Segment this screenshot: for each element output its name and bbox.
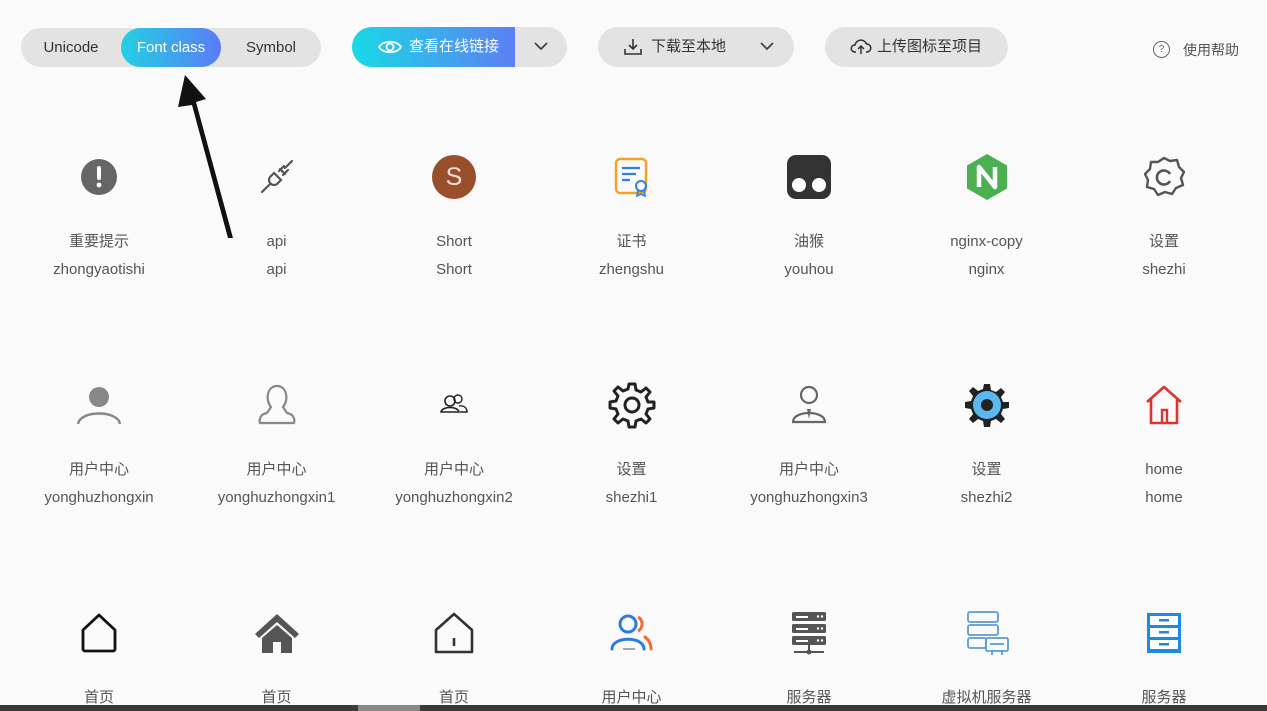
preview-dropdown-toggle[interactable] xyxy=(515,27,567,67)
tab-font-class[interactable]: Font class xyxy=(121,28,221,67)
home-red-icon xyxy=(1139,380,1189,430)
virtual-server-icon xyxy=(962,608,1012,658)
icon-name: 用户中心 xyxy=(778,461,839,478)
help-label: 使用帮助 xyxy=(1183,42,1239,58)
icon-class-name: zhengshu xyxy=(598,261,665,278)
icon-class-name: zhongyaotishi xyxy=(53,261,145,278)
format-switch: Unicode Font class Symbol xyxy=(21,28,321,67)
icon-class-name: Short xyxy=(436,261,472,278)
home-door-icon xyxy=(429,608,479,658)
server-blue-icon xyxy=(1139,608,1189,658)
icon-class-name: shezhi2 xyxy=(960,489,1013,506)
question-circle-icon: ? xyxy=(1153,41,1170,58)
annotation-arrow xyxy=(178,75,233,238)
icon-name: 设置 xyxy=(616,461,647,478)
icon-name: 油猴 xyxy=(793,233,824,250)
icon-class-name: yonghuzhongxin2 xyxy=(395,489,513,506)
icon-name: 用户中心 xyxy=(423,461,484,478)
icon-name: home xyxy=(1145,461,1183,478)
tab-unicode[interactable]: Unicode xyxy=(21,28,121,67)
icon-name: 用户中心 xyxy=(246,461,307,478)
icon-name: Short xyxy=(436,233,472,250)
upload-label: 上传图标至项目 xyxy=(877,38,983,55)
scrollbar-thumb[interactable] xyxy=(358,705,420,711)
users-colored-icon xyxy=(607,608,657,658)
nginx-hexagon-icon xyxy=(962,152,1012,202)
users-group-icon xyxy=(429,380,479,430)
letter-s-circle-icon: S xyxy=(429,152,479,202)
download-icon xyxy=(624,39,642,55)
preview-link-button[interactable]: 查看在线链接 xyxy=(352,27,515,67)
gear-blue-icon xyxy=(962,380,1012,430)
svg-text:S: S xyxy=(446,163,463,191)
exclamation-circle-icon xyxy=(74,152,124,202)
server-rack-icon xyxy=(784,608,834,658)
user-filled-icon xyxy=(74,380,124,430)
user-tie-icon xyxy=(784,380,834,430)
horizontal-scrollbar[interactable] xyxy=(0,705,1267,711)
plug-icon xyxy=(252,152,302,202)
preview-link-button-group: 查看在线链接 xyxy=(352,27,567,67)
cloud-upload-icon xyxy=(850,39,872,54)
gear-outline-icon xyxy=(1139,152,1189,202)
certificate-icon xyxy=(607,152,657,202)
upload-button[interactable]: 上传图标至项目 xyxy=(825,27,1008,67)
gear-icon xyxy=(607,380,657,430)
icon-name: 重要提示 xyxy=(68,233,129,250)
icon-name: api xyxy=(266,233,287,250)
icon-class-name: yonghuzhongxin3 xyxy=(750,489,868,506)
icon-class-name: youhou xyxy=(784,261,834,278)
icon-class-name: shezhi1 xyxy=(605,489,658,506)
icon-class-name: yonghuzhongxin1 xyxy=(217,489,336,506)
icon-class-name: shezhi xyxy=(1142,261,1186,278)
tab-symbol[interactable]: Symbol xyxy=(221,28,321,67)
icon-name: 用户中心 xyxy=(68,461,129,478)
home-outline-icon xyxy=(74,608,124,658)
icon-name: nginx-copy xyxy=(950,233,1023,250)
icon-name: 设置 xyxy=(1148,233,1179,250)
icon-class-name: yonghuzhongxin xyxy=(44,489,154,506)
chevron-down-icon xyxy=(760,42,774,51)
download-label: 下载至本地 xyxy=(651,38,727,55)
icon-class-name: home xyxy=(1145,489,1183,506)
download-button[interactable]: 下载至本地 xyxy=(598,27,794,67)
user-outline-icon xyxy=(252,380,302,430)
icon-class-name: api xyxy=(266,261,287,278)
eye-icon xyxy=(378,40,402,54)
icon-name: 设置 xyxy=(971,461,1002,478)
icon-name: 证书 xyxy=(616,233,647,250)
home-filled-icon xyxy=(252,608,302,658)
preview-link-label: 查看在线链接 xyxy=(409,38,500,55)
chevron-down-icon xyxy=(534,42,548,51)
icon-class-name: nginx xyxy=(968,261,1005,278)
toolbar: Unicode Font class Symbol 查看在线链接 下载至本地 上… xyxy=(0,0,1267,95)
tampermonkey-icon xyxy=(784,152,834,202)
